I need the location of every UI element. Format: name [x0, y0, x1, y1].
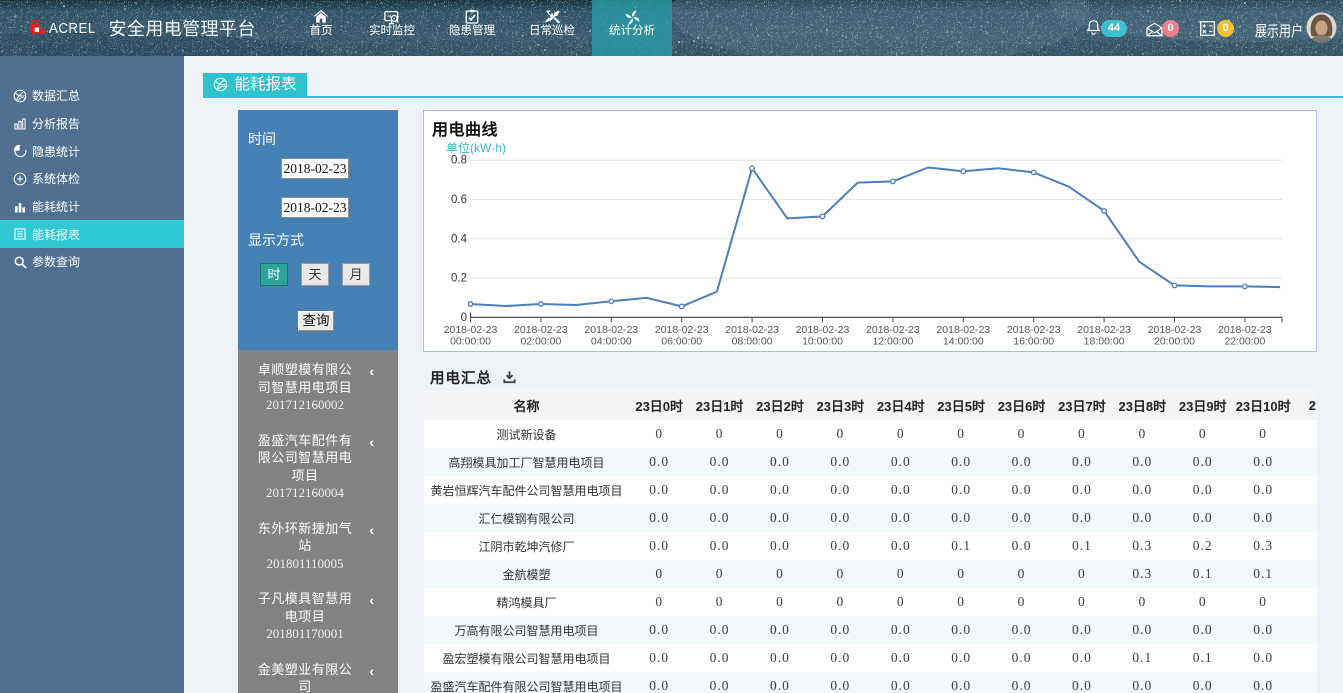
- svg-text:2018-02-23: 2018-02-23: [725, 324, 779, 336]
- svg-text:2018-02-23: 2018-02-23: [655, 324, 709, 336]
- svg-text:20:00:00: 20:00:00: [1154, 336, 1195, 348]
- svg-text:2018-02-23: 2018-02-23: [1077, 324, 1131, 336]
- svg-text:14:00:00: 14:00:00: [943, 336, 984, 348]
- svg-text:02:00:00: 02:00:00: [520, 336, 561, 348]
- svg-text:2018-02-23: 2018-02-23: [514, 324, 568, 336]
- svg-text:10:00:00: 10:00:00: [802, 336, 843, 348]
- svg-text:0: 0: [461, 312, 467, 324]
- svg-text:06:00:00: 06:00:00: [661, 336, 702, 348]
- svg-text:04:00:00: 04:00:00: [591, 336, 632, 348]
- svg-text:08:00:00: 08:00:00: [732, 336, 773, 348]
- svg-text:0.2: 0.2: [451, 273, 467, 285]
- svg-text:2018-02-23: 2018-02-23: [936, 324, 990, 336]
- svg-text:2018-02-23: 2018-02-23: [1007, 324, 1061, 336]
- svg-text:18:00:00: 18:00:00: [1084, 336, 1125, 348]
- svg-text:00:00:00: 00:00:00: [450, 336, 491, 348]
- svg-text:16:00:00: 16:00:00: [1013, 336, 1054, 348]
- svg-text:0.4: 0.4: [451, 233, 468, 245]
- svg-text:2018-02-23: 2018-02-23: [1218, 324, 1272, 336]
- svg-text:12:00:00: 12:00:00: [872, 336, 913, 348]
- svg-text:22:00:00: 22:00:00: [1224, 336, 1265, 348]
- svg-text:2018-02-23: 2018-02-23: [444, 324, 498, 336]
- svg-text:0.6: 0.6: [451, 194, 467, 206]
- svg-text:2018-02-23: 2018-02-23: [866, 324, 920, 336]
- svg-text:2018-02-23: 2018-02-23: [1148, 324, 1202, 336]
- svg-text:0.8: 0.8: [451, 155, 467, 167]
- svg-text:2018-02-23: 2018-02-23: [796, 324, 850, 336]
- svg-text:2018-02-23: 2018-02-23: [584, 324, 638, 336]
